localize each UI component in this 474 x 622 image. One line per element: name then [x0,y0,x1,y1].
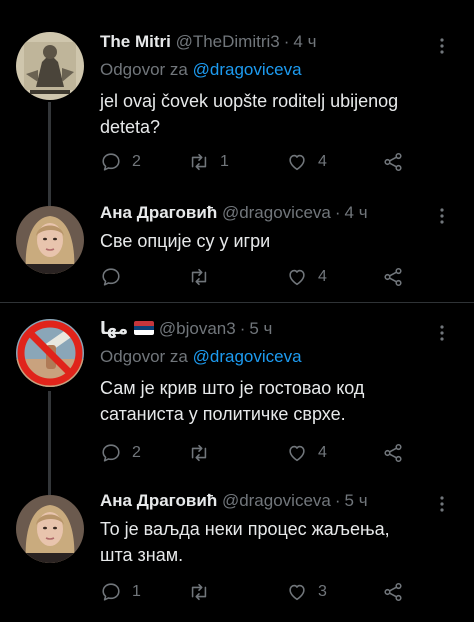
reply-count: 2 [132,153,141,170]
replying-to: Odgovor za @dragoviceva [100,60,302,79]
reply-button[interactable]: 2 [100,441,141,465]
tweet-text: Сам је крив што је гостовао код сатанист… [100,378,365,424]
tweet-text: То је ваљда неки процес жаљења, шта знам… [100,519,390,565]
share-button[interactable] [382,580,404,604]
retweet-button[interactable] [188,580,220,604]
author-handle[interactable]: @dragoviceva [222,491,331,510]
tweet-header: Ана Драговић @dragoviceva · 4 ч [100,203,368,222]
like-count: 4 [318,153,327,170]
retweet-button[interactable] [188,265,220,289]
retweet-count: 1 [220,153,229,170]
reply-count: 1 [132,583,141,600]
thread-line [48,190,51,206]
reply-icon [102,444,120,462]
tweet-actions: 2 1 4 [100,150,434,174]
retweet-button[interactable] [188,441,220,465]
reply-icon [102,268,120,286]
retweet-button[interactable]: 1 [188,150,229,174]
retweet-icon [191,268,207,286]
mention-link[interactable]: @dragoviceva [193,60,302,79]
like-button[interactable]: 4 [286,441,327,465]
like-button[interactable]: 3 [286,580,327,604]
retweet-icon [191,444,207,462]
author-name[interactable]: Ана Драговић [100,491,217,510]
tweet-text: jel ovaj čovek uopšte roditelj ubijenog … [100,91,399,137]
thread-line [48,483,51,495]
heart-icon [289,154,305,171]
avatar-ana-dragovic[interactable] [16,206,84,274]
author-handle[interactable]: @bjovan3 [159,319,236,338]
share-icon [384,152,402,172]
author-name[interactable]: Ана Драговић [100,203,217,222]
heart-icon [289,445,305,462]
timestamp[interactable]: 5 ч [249,319,272,338]
share-button[interactable] [382,441,404,465]
share-icon [384,582,402,602]
timestamp[interactable]: 5 ч [345,491,368,510]
mention-link[interactable]: @dragoviceva [193,347,302,366]
share-button[interactable] [382,150,404,174]
author-handle[interactable]: @dragoviceva [222,203,331,222]
like-count: 3 [318,583,327,600]
reply-icon [102,583,120,601]
reply-button[interactable]: 2 [100,150,141,174]
replying-to: Odgovor za @dragoviceva [100,347,302,366]
share-button[interactable] [382,265,404,289]
thread-line [48,391,51,483]
author-handle[interactable]: @TheDimitri3 [176,32,280,51]
like-count: 4 [318,268,327,285]
more-options-icon[interactable] [432,494,452,514]
tweet-4[interactable]: Ана Драговић @dragoviceva · 5 ч То је ваљд… [0,483,474,622]
author-name[interactable]: The Mitri [100,32,171,51]
more-options-icon[interactable] [432,206,452,226]
author-name[interactable]: مها [100,319,128,338]
tweet-actions: 1 3 [100,580,434,604]
heart-icon [289,269,305,286]
retweet-icon [191,583,207,601]
like-button[interactable]: 4 [286,150,327,174]
reply-button[interactable]: 1 [100,580,141,604]
reply-button[interactable] [100,265,132,289]
avatar-ana-dragovic[interactable] [16,495,84,563]
tweet-text: Све опције су у игри [100,231,271,251]
tweet-header: Ана Драговић @dragoviceva · 5 ч [100,491,368,510]
tweet-1[interactable]: The Mitri @TheDimitri3 · 4 ч Odgovor za @d… [0,0,474,190]
timestamp[interactable]: 4 ч [293,32,316,51]
like-count: 4 [318,444,327,461]
share-icon [384,267,402,287]
retweet-icon [191,153,207,171]
thread-line [48,102,51,190]
like-button[interactable]: 4 [286,265,327,289]
tweet-header: The Mitri @TheDimitri3 · 4 ч [100,32,317,51]
tweet-actions: 4 [100,265,434,289]
avatar-the-mitri[interactable] [16,32,84,100]
tweet-actions: 2 4 [100,441,434,465]
more-options-icon[interactable] [432,36,452,56]
tweet-header: مها @bjovan3 · 5 ч [100,319,273,338]
avatar-bjovan3[interactable] [16,319,84,387]
tweet-3[interactable]: مها @bjovan3 · 5 ч Odgovor za @dragoviceva… [0,303,474,483]
reply-icon [102,153,120,171]
tweet-2[interactable]: Ана Драговић @dragoviceva · 4 ч Све опције… [0,190,474,302]
share-icon [384,443,402,463]
timestamp[interactable]: 4 ч [345,203,368,222]
more-options-icon[interactable] [432,323,452,343]
reply-count: 2 [132,444,141,461]
serbia-flag-icon [134,321,155,335]
heart-icon [289,584,305,601]
